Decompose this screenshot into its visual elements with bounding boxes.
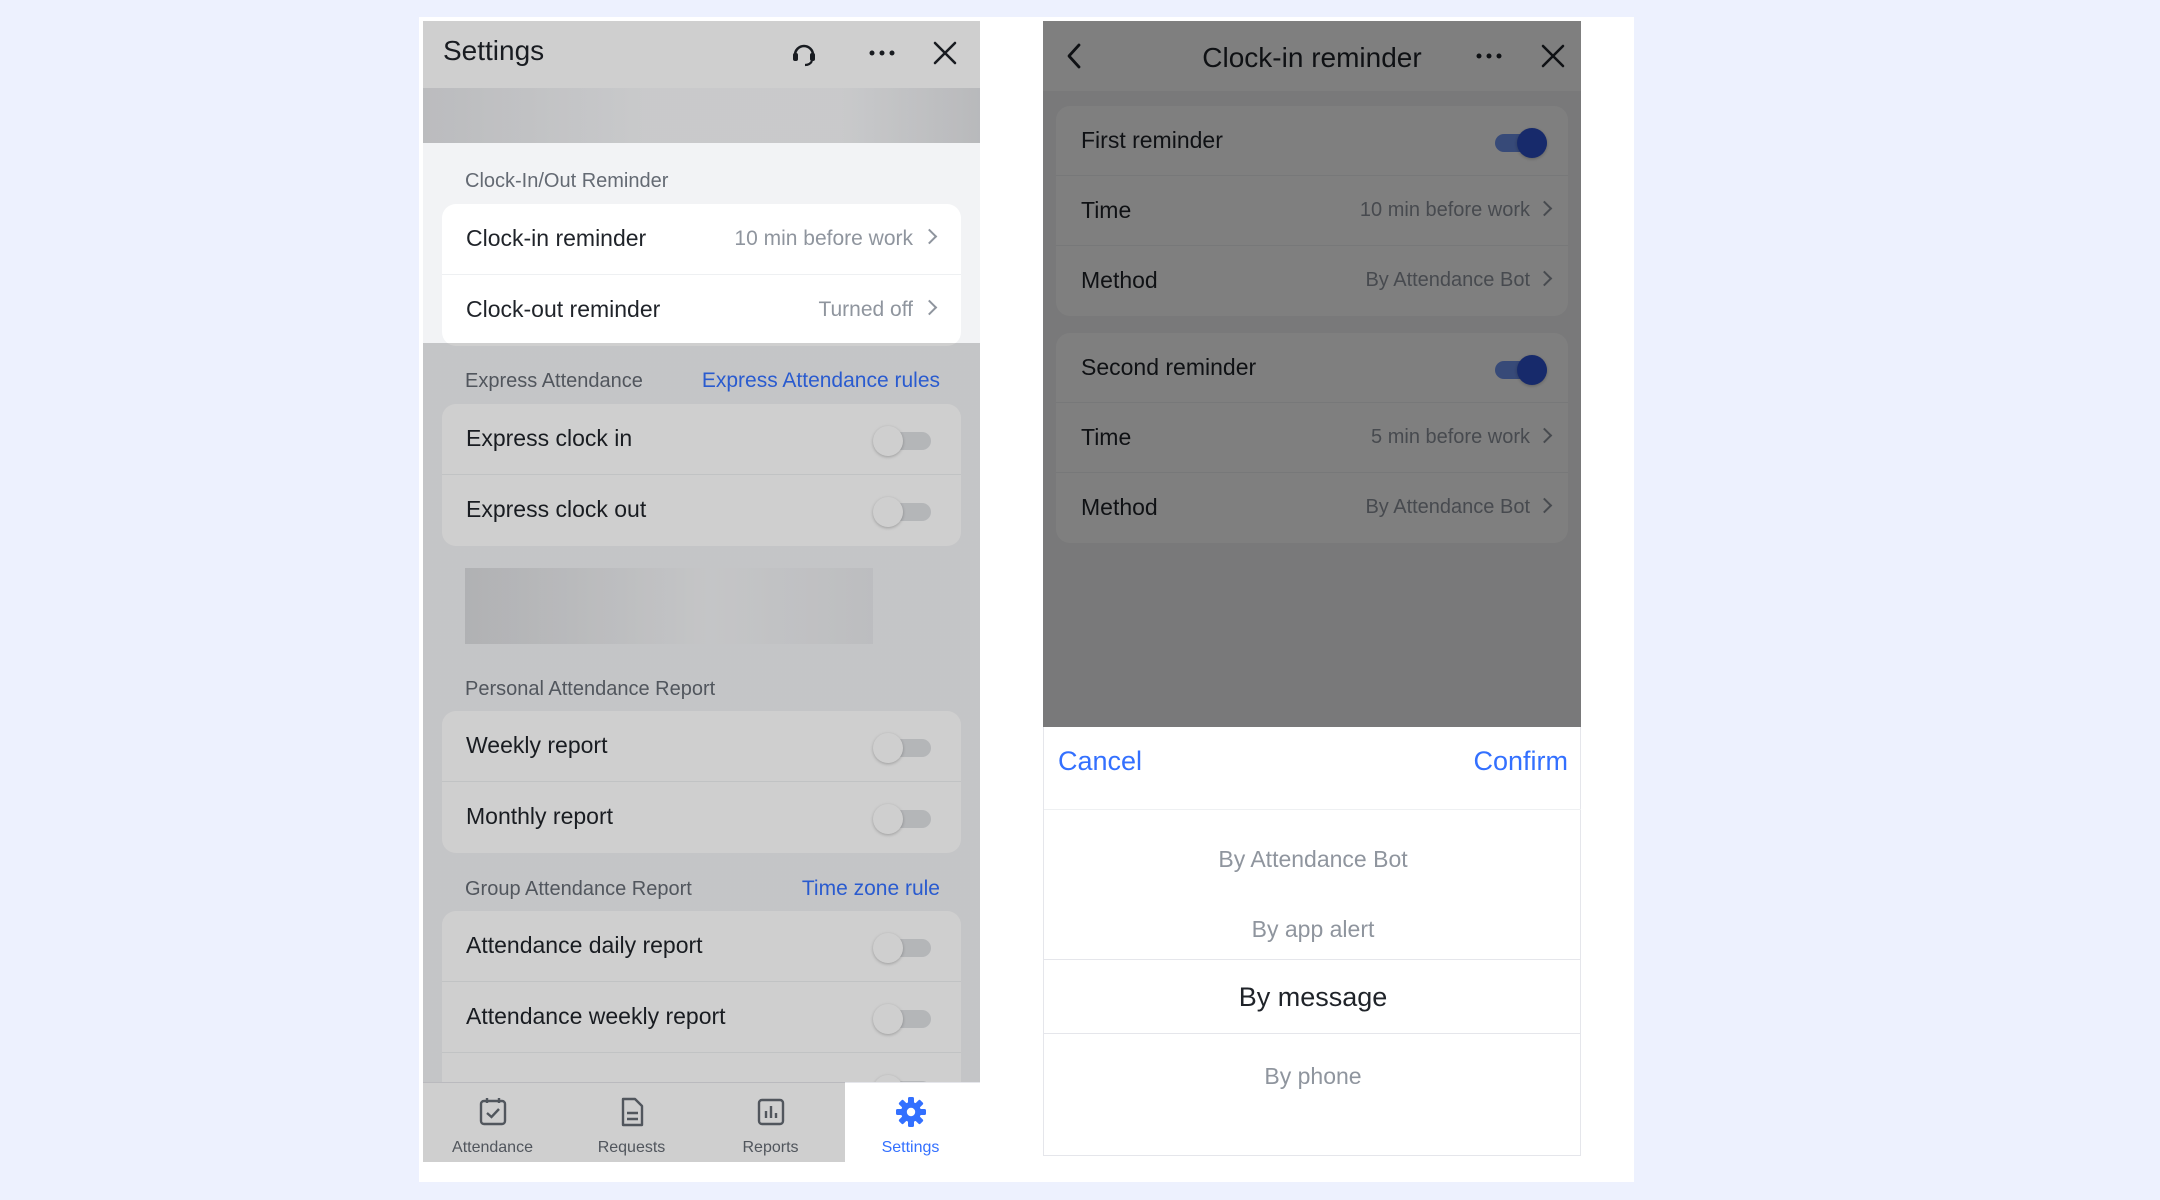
- express-clock-in-toggle[interactable]: [873, 426, 931, 456]
- clock-in-reminder-row[interactable]: Clock-in reminder 10 min before work: [442, 204, 961, 275]
- row-label: Time: [1081, 424, 1132, 450]
- second-method-row[interactable]: Method By Attendance Bot: [1056, 473, 1568, 543]
- picker-option-selected[interactable]: By message: [1044, 982, 1581, 1013]
- clock-in-reminder-screen: Clock-in reminder First reminder Time 10…: [1043, 21, 1581, 1156]
- time-zone-rule-link[interactable]: Time zone rule: [802, 877, 940, 901]
- chevron-right-icon: [1536, 200, 1553, 217]
- row-label: First reminder: [1081, 127, 1223, 153]
- row-label: Attendance weekly report: [466, 1003, 726, 1029]
- weekly-report-row: Weekly report: [442, 711, 961, 782]
- picker-option[interactable]: By app alert: [1044, 916, 1581, 943]
- weekly-group-report-row: Attendance weekly report: [442, 982, 961, 1053]
- selection-line-bottom: [1044, 1033, 1581, 1034]
- row-label: Method: [1081, 267, 1158, 293]
- chevron-right-icon: [1536, 270, 1553, 287]
- reminder-header: Clock-in reminder: [1043, 21, 1581, 91]
- close-icon[interactable]: [923, 31, 967, 75]
- tab-settings[interactable]: Settings: [841, 1083, 980, 1162]
- first-time-row[interactable]: Time 10 min before work: [1056, 176, 1568, 246]
- confirm-button[interactable]: Confirm: [1473, 746, 1568, 777]
- tab-label: Reports: [742, 1139, 799, 1156]
- second-reminder-row: Second reminder: [1056, 333, 1568, 403]
- blurred-banner: [423, 88, 980, 143]
- tab-label: Attendance: [452, 1139, 533, 1156]
- row-label: Express clock in: [466, 425, 633, 451]
- row-label: Clock-out reminder: [466, 296, 661, 322]
- chevron-right-icon: [921, 228, 938, 245]
- close-icon[interactable]: [1531, 34, 1575, 78]
- section-title-reminder: Clock-In/Out Reminder: [465, 170, 669, 192]
- tab-label: Settings: [881, 1139, 940, 1156]
- bottom-tab-bar: Attendance Requests Reports Settings: [423, 1082, 980, 1162]
- first-reminder-toggle[interactable]: [1489, 128, 1547, 158]
- divider: [1044, 809, 1581, 810]
- express-clock-out-toggle[interactable]: [873, 497, 931, 527]
- top-pill: [1273, 21, 1351, 26]
- attendance-icon: [479, 1098, 506, 1126]
- row-value: By Attendance Bot: [1365, 496, 1530, 518]
- row-value: By Attendance Bot: [1365, 269, 1530, 291]
- row-label: Second reminder: [1081, 354, 1257, 380]
- method-picker-sheet: Cancel Confirm By Attendance Bot By app …: [1043, 727, 1581, 1156]
- chevron-right-icon: [1536, 427, 1553, 444]
- row-label: Express clock out: [466, 496, 647, 522]
- row-value: 10 min before work: [1359, 199, 1530, 221]
- daily-report-toggle[interactable]: [873, 933, 931, 963]
- page-title: Settings: [443, 35, 545, 66]
- settings-header: Settings: [423, 21, 980, 88]
- section-title-personal: Personal Attendance Report: [465, 678, 716, 700]
- tab-label: Requests: [597, 1139, 666, 1156]
- monthly-report-row: Monthly report: [442, 782, 961, 853]
- row-label: Method: [1081, 494, 1158, 520]
- row-value: 5 min before work: [1371, 426, 1530, 448]
- requests-icon: [621, 1097, 643, 1127]
- settings-gear-icon: [895, 1097, 926, 1127]
- express-card: Express clock in Express clock out: [442, 404, 961, 546]
- headset-icon[interactable]: [782, 31, 826, 75]
- tab-requests[interactable]: Requests: [562, 1083, 701, 1162]
- chevron-right-icon: [1536, 497, 1553, 514]
- blurred-content: [465, 568, 873, 644]
- first-reminder-row: First reminder: [1056, 106, 1568, 176]
- row-label: Time: [1081, 197, 1132, 223]
- selection-line-top: [1044, 959, 1581, 960]
- weekly-report-toggle[interactable]: [873, 733, 931, 763]
- more-icon[interactable]: [1467, 34, 1511, 78]
- express-clock-in-row: Express clock in: [442, 404, 961, 475]
- reports-icon: [757, 1098, 784, 1126]
- row-value: Turned off: [818, 298, 913, 321]
- express-rules-link[interactable]: Express Attendance rules: [702, 369, 940, 393]
- reminder-settings-area: Clock-in reminder First reminder Time 10…: [1043, 21, 1581, 727]
- second-reminder-card: Second reminder Time 5 min before work M…: [1056, 333, 1568, 543]
- first-method-row[interactable]: Method By Attendance Bot: [1056, 246, 1568, 316]
- row-label: Clock-in reminder: [466, 225, 647, 251]
- weekly-group-report-toggle[interactable]: [873, 1004, 931, 1034]
- cancel-button[interactable]: Cancel: [1058, 746, 1142, 777]
- row-label: Monthly report: [466, 803, 614, 829]
- picker-option[interactable]: By Attendance Bot: [1044, 846, 1581, 873]
- section-title-group: Group Attendance Report: [465, 878, 692, 900]
- daily-report-row: Attendance daily report: [442, 911, 961, 982]
- row-value: 10 min before work: [734, 227, 913, 250]
- row-label: Weekly report: [466, 732, 608, 758]
- section-title-express: Express Attendance: [465, 370, 643, 392]
- monthly-report-toggle[interactable]: [873, 804, 931, 834]
- group-report-card: Attendance daily report Attendance weekl…: [442, 911, 961, 1111]
- more-icon[interactable]: [860, 31, 904, 75]
- tab-attendance[interactable]: Attendance: [423, 1083, 562, 1162]
- picker-option[interactable]: By phone: [1044, 1063, 1581, 1090]
- reminder-card: Clock-in reminder 10 min before work Clo…: [442, 204, 961, 346]
- second-reminder-toggle[interactable]: [1489, 355, 1547, 385]
- row-label: Attendance daily report: [466, 932, 703, 958]
- express-clock-out-row: Express clock out: [442, 475, 961, 546]
- settings-screen: Settings Clock-In/Out Reminder Clock-in …: [423, 21, 980, 1162]
- chevron-right-icon: [921, 299, 938, 316]
- second-time-row[interactable]: Time 5 min before work: [1056, 403, 1568, 473]
- clock-out-reminder-row[interactable]: Clock-out reminder Turned off: [442, 275, 961, 346]
- tab-reports[interactable]: Reports: [701, 1083, 840, 1162]
- personal-report-card: Weekly report Monthly report: [442, 711, 961, 853]
- first-reminder-card: First reminder Time 10 min before work M…: [1056, 106, 1568, 316]
